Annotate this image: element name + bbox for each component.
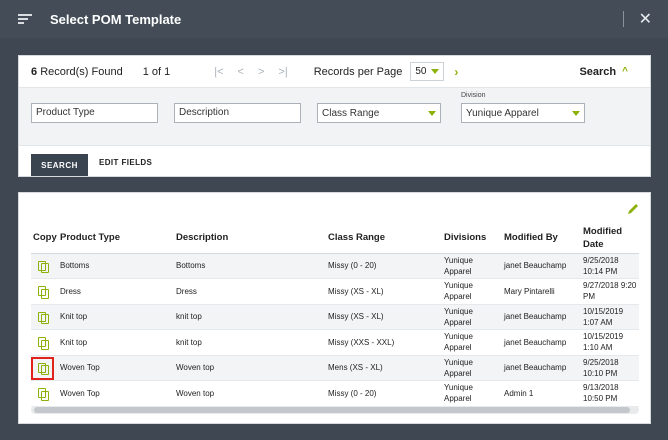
description-input[interactable]: Description	[174, 103, 301, 123]
cell-modified-date: 9/13/2018 10:50 PM	[581, 380, 639, 407]
copy-icon[interactable]	[38, 286, 49, 299]
prev-page-icon[interactable]: <	[238, 66, 244, 78]
cell-class-range: Missy (0 - 20)	[326, 253, 442, 279]
cell-class-range: Missy (XXS - XXL)	[326, 329, 442, 356]
cell-description: Dress	[174, 278, 326, 305]
next-page-icon[interactable]: >	[258, 66, 264, 78]
last-page-icon[interactable]: >|	[278, 66, 287, 78]
column-header[interactable]: Modified Date	[581, 223, 639, 254]
pencil-icon[interactable]	[626, 202, 640, 216]
search-toggle[interactable]: Search ^	[579, 66, 628, 78]
table-header: Copy Product Type Description Class Rang…	[31, 223, 639, 254]
chevron-up-icon: ^	[622, 66, 628, 77]
column-header[interactable]: Divisions	[442, 223, 502, 254]
title-divider	[623, 11, 624, 27]
record-count: 6 Record(s) Found	[31, 65, 123, 78]
division-label: Division	[461, 92, 486, 99]
search-panel: 6 Record(s) Found 1 of 1 |< < > >| Recor…	[18, 55, 651, 177]
copy-icon[interactable]	[38, 260, 49, 273]
cell-product-type: Woven Top	[58, 380, 174, 407]
records-per-page-select[interactable]: 50	[410, 62, 445, 81]
cell-modified-by: Mary Pintarelli	[502, 278, 581, 305]
column-header[interactable]: Class Range	[326, 223, 442, 254]
cell-modified-by: janet Beauchamp	[502, 329, 581, 356]
scrollbar-thumb[interactable]	[34, 407, 630, 413]
first-page-icon[interactable]: |<	[214, 66, 223, 78]
dropdown-icon	[430, 69, 439, 74]
column-header[interactable]: Modified By	[502, 223, 581, 254]
cell-modified-by: janet Beauchamp	[502, 304, 581, 330]
table-row[interactable]: Knit top knit top Missy (XS - XL) Yuniqu…	[31, 304, 639, 330]
records-per-page-label: Records per Page	[313, 65, 403, 78]
copy-icon[interactable]	[38, 362, 49, 375]
dialog-title: Select POM Template	[50, 11, 182, 27]
cell-class-range: Missy (XS - XL)	[326, 278, 442, 305]
copy-icon[interactable]	[38, 311, 49, 324]
column-header[interactable]: Product Type	[58, 223, 174, 254]
results-table: Copy Product Type Description Class Rang…	[31, 223, 639, 407]
cell-description: Bottoms	[174, 253, 326, 279]
cell-division: Yunique Apparel	[442, 304, 502, 330]
cell-product-type: Knit top	[58, 329, 174, 356]
dropdown-icon	[572, 110, 580, 116]
cell-modified-date: 10/15/2019 1:07 AM	[581, 304, 639, 330]
title-bar: Select POM Template ✕	[0, 0, 668, 38]
edit-fields-button[interactable]: EDIT FIELDS	[99, 158, 152, 167]
dropdown-icon	[428, 110, 436, 116]
horizontal-scrollbar[interactable]	[31, 406, 639, 414]
chevron-right-icon[interactable]: ›	[454, 65, 458, 79]
cell-class-range: Mens (XS - XL)	[326, 355, 442, 381]
table-row[interactable]: Dress Dress Missy (XS - XL) Yunique Appa…	[31, 278, 639, 305]
cell-description: knit top	[174, 329, 326, 356]
cell-product-type: Dress	[58, 278, 174, 305]
table-row[interactable]: Knit top knit top Missy (XXS - XXL) Yuni…	[31, 329, 639, 356]
table-row[interactable]: Bottoms Bottoms Missy (0 - 20) Yunique A…	[31, 253, 639, 279]
column-header: Copy	[31, 223, 58, 254]
table-row[interactable]: Woven Top Woven top Mens (XS - XL) Yuniq…	[31, 355, 639, 381]
pager: |< < > >|	[214, 66, 287, 78]
results-toolbar: 6 Record(s) Found 1 of 1 |< < > >| Recor…	[19, 56, 650, 88]
cell-modified-date: 9/27/2018 9:20 PM	[581, 278, 639, 305]
cell-division: Yunique Apparel	[442, 278, 502, 305]
page-indicator: 1 of 1	[142, 65, 171, 78]
copy-icon[interactable]	[38, 337, 49, 350]
class-range-select[interactable]: Class Range	[317, 103, 441, 123]
cell-division: Yunique Apparel	[442, 355, 502, 381]
cell-modified-by: Admin 1	[502, 380, 581, 407]
division-select[interactable]: Yunique Apparel	[461, 103, 585, 123]
cell-description: knit top	[174, 304, 326, 330]
search-button[interactable]: SEARCH	[31, 154, 88, 176]
filter-row: Product Type Description Class Range Div…	[19, 88, 650, 146]
cell-modified-by: janet Beauchamp	[502, 355, 581, 381]
cell-division: Yunique Apparel	[442, 380, 502, 407]
results-panel: Copy Product Type Description Class Rang…	[18, 192, 651, 424]
cell-division: Yunique Apparel	[442, 253, 502, 279]
cell-description: Woven top	[174, 355, 326, 381]
copy-icon[interactable]	[38, 388, 49, 401]
cell-description: Woven top	[174, 380, 326, 407]
cell-modified-date: 9/25/2018 10:10 PM	[581, 355, 639, 381]
cell-modified-by: janet Beauchamp	[502, 253, 581, 279]
action-row: SEARCH EDIT FIELDS	[19, 146, 650, 176]
column-header[interactable]: Description	[174, 223, 326, 254]
cell-class-range: Missy (XS - XL)	[326, 304, 442, 330]
menu-icon[interactable]	[18, 14, 32, 24]
cell-product-type: Woven Top	[58, 355, 174, 381]
cell-product-type: Bottoms	[58, 253, 174, 279]
cell-class-range: Missy (0 - 20)	[326, 380, 442, 407]
table-row[interactable]: Woven Top Woven top Missy (0 - 20) Yuniq…	[31, 380, 639, 407]
cell-product-type: Knit top	[58, 304, 174, 330]
cell-division: Yunique Apparel	[442, 329, 502, 356]
close-icon[interactable]: ✕	[639, 9, 652, 29]
cell-modified-date: 9/25/2018 10:14 PM	[581, 253, 639, 279]
cell-modified-date: 10/15/2019 1:10 AM	[581, 329, 639, 356]
product-type-input[interactable]: Product Type	[31, 103, 158, 123]
